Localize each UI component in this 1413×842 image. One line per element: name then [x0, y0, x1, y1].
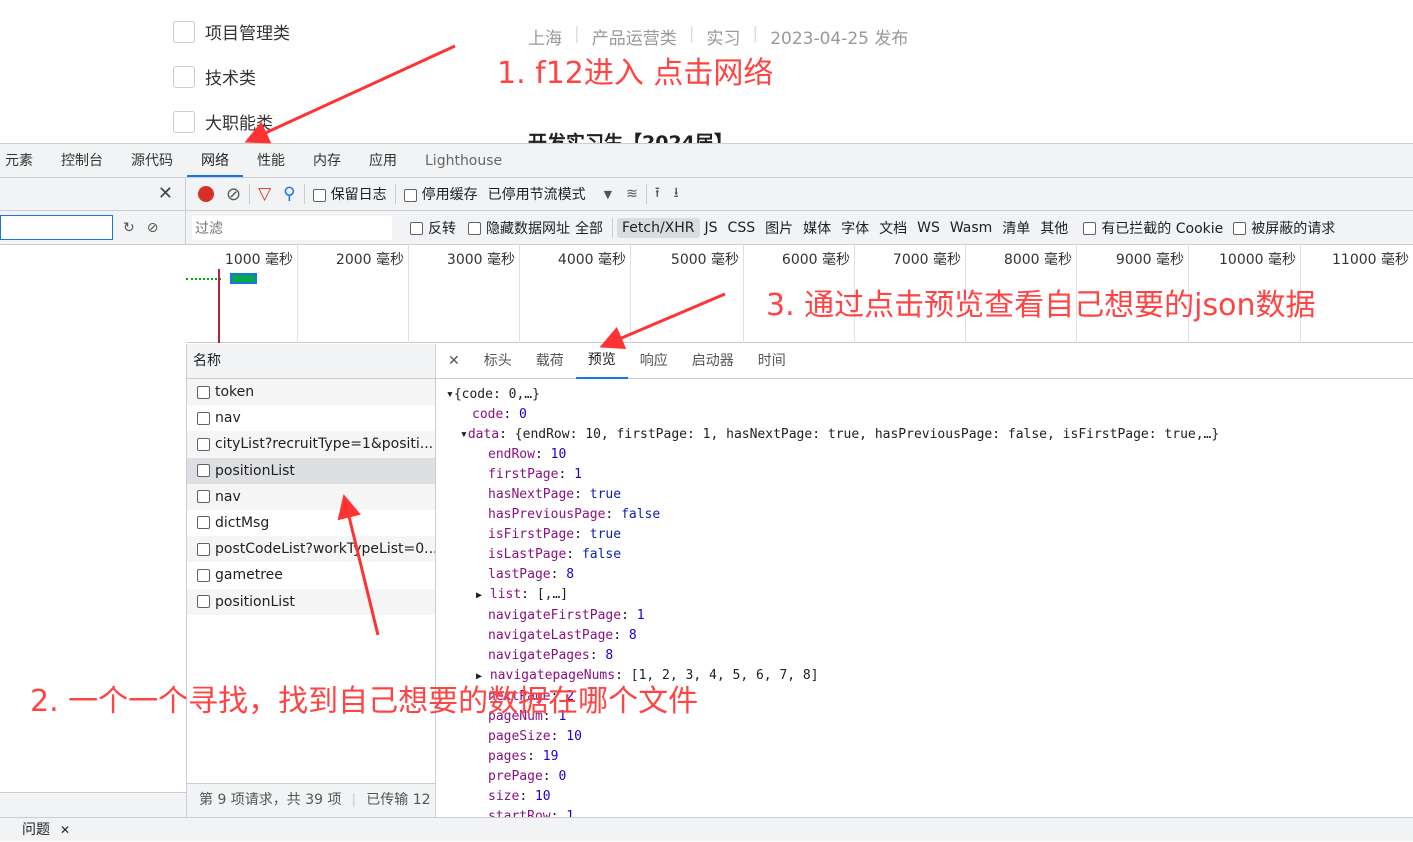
annotation-3: 3. 通过点击预览查看自己想要的json数据	[766, 288, 1316, 323]
annotation-1: 1. f12进入 点击网络	[497, 56, 774, 91]
arrow-1	[244, 44, 456, 144]
annotation-2: 2. 一个一个寻找，找到自己想要的数据在哪个文件	[30, 684, 699, 719]
arrow-3	[599, 292, 726, 350]
arrow-2	[337, 494, 380, 636]
